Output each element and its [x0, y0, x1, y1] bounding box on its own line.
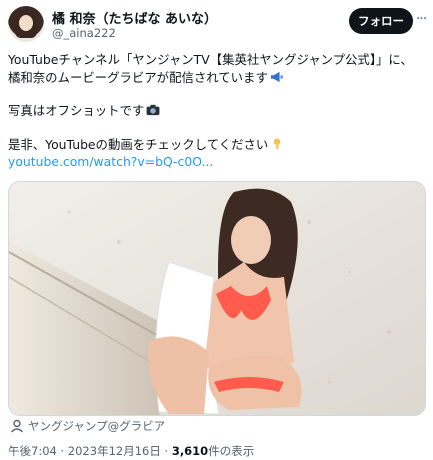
pointing-down-emoji-icon: [274, 138, 281, 150]
tweet-text-line-3: 写真はオフショットです: [8, 102, 428, 120]
follow-button[interactable]: フォロー: [349, 8, 413, 34]
tweet-text-line-2: 橘和奈のムービーグラビアが配信されています: [8, 69, 428, 87]
tweet-photo[interactable]: [8, 181, 426, 416]
more-options-icon[interactable]: ···: [414, 11, 428, 31]
youtube-link[interactable]: youtube.com/watch?v=bQ-c0O...: [8, 153, 428, 171]
camera-emoji-icon: [146, 104, 160, 116]
tweet-text-line-4-text: 是非、YouTubeの動画をチェックしてください: [8, 137, 269, 152]
avatar[interactable]: [8, 6, 44, 42]
tweet-header: 橘 和奈（たちばな あいな） @_aina222 フォロー ···: [8, 6, 428, 44]
tweet-text-line-3-text: 写真はオフショットです: [8, 103, 145, 118]
user-handle[interactable]: @_aina222: [52, 26, 116, 40]
display-name[interactable]: 橘 和奈（たちばな あいな）: [52, 8, 217, 27]
photo-beach-scene: [9, 182, 425, 415]
tweet-meta: 午後7:04 · 2023年12月16日 · 3,610件の表示: [8, 444, 255, 458]
tweet-time[interactable]: 午後7:04: [8, 444, 57, 458]
megaphone-emoji-icon: [270, 71, 283, 83]
avatar-face: [19, 15, 33, 31]
views-label: 件の表示: [208, 444, 255, 458]
tweet-text-line-1: YouTubeチャンネル「ヤンジャンTV【集英社ヤングジャンプ公式】」に、: [8, 52, 413, 67]
views-count: 3,610: [171, 444, 209, 458]
tweet-date[interactable]: 2023年12月16日: [68, 444, 161, 458]
person-tag-icon: [10, 419, 24, 433]
media-tag[interactable]: ヤングジャンプ@グラビア: [10, 418, 165, 436]
media-tag-label: ヤングジャンプ@グラビア: [28, 419, 166, 433]
tweet-text-line-4: 是非、YouTubeの動画をチェックしてください: [8, 136, 428, 154]
tweet-text-line-2-text: 橘和奈のムービーグラビアが配信されています: [8, 70, 268, 85]
